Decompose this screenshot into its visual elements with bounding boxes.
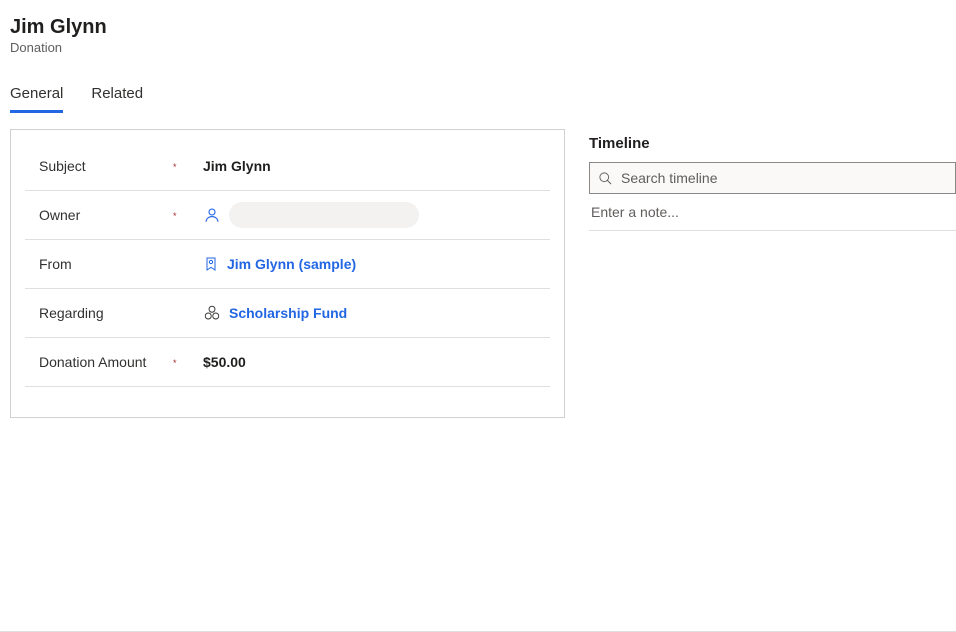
regarding-icon xyxy=(203,304,221,322)
field-label-owner: Owner xyxy=(25,207,173,223)
timeline-title: Timeline xyxy=(589,135,956,152)
field-value-from[interactable]: Jim Glynn (sample) xyxy=(203,256,550,272)
owner-pill xyxy=(229,202,419,228)
required-marker xyxy=(173,263,203,265)
field-label-subject: Subject xyxy=(25,158,173,174)
from-link-text: Jim Glynn (sample) xyxy=(227,256,356,272)
field-from[interactable]: From Jim Glynn (sample) xyxy=(25,240,550,289)
tab-general[interactable]: General xyxy=(10,85,63,113)
field-value-owner xyxy=(203,202,550,228)
field-subject[interactable]: Subject * Jim Glynn xyxy=(25,142,550,191)
person-icon xyxy=(203,206,221,224)
required-marker: * xyxy=(173,160,203,172)
field-value-subject: Jim Glynn xyxy=(203,158,550,174)
field-value-regarding[interactable]: Scholarship Fund xyxy=(203,304,550,322)
search-icon xyxy=(598,171,613,186)
field-regarding[interactable]: Regarding Scholarship Fund xyxy=(25,289,550,338)
field-label-from: From xyxy=(25,256,173,272)
field-label-regarding: Regarding xyxy=(25,305,173,321)
required-marker: * xyxy=(173,209,203,221)
required-marker xyxy=(173,312,203,314)
field-value-donation-amount: $50.00 xyxy=(203,354,550,370)
timeline-search-input[interactable] xyxy=(621,170,947,186)
entity-type-label: Donation xyxy=(10,40,946,55)
field-owner[interactable]: Owner * xyxy=(25,191,550,240)
field-donation-amount[interactable]: Donation Amount * $50.00 xyxy=(25,338,550,387)
tab-related[interactable]: Related xyxy=(91,85,143,113)
timeline-note-input[interactable]: Enter a note... xyxy=(589,194,956,231)
contact-icon xyxy=(203,256,219,272)
timeline-panel: Timeline Enter a note... xyxy=(589,129,956,418)
form-card: Subject * Jim Glynn Owner * From xyxy=(10,129,565,418)
field-label-donation-amount: Donation Amount xyxy=(25,354,173,370)
tab-bar: General Related xyxy=(0,85,956,113)
page-title: Jim Glynn xyxy=(10,14,946,40)
timeline-search-box[interactable] xyxy=(589,162,956,194)
regarding-link-text: Scholarship Fund xyxy=(229,305,347,321)
required-marker: * xyxy=(173,356,203,368)
